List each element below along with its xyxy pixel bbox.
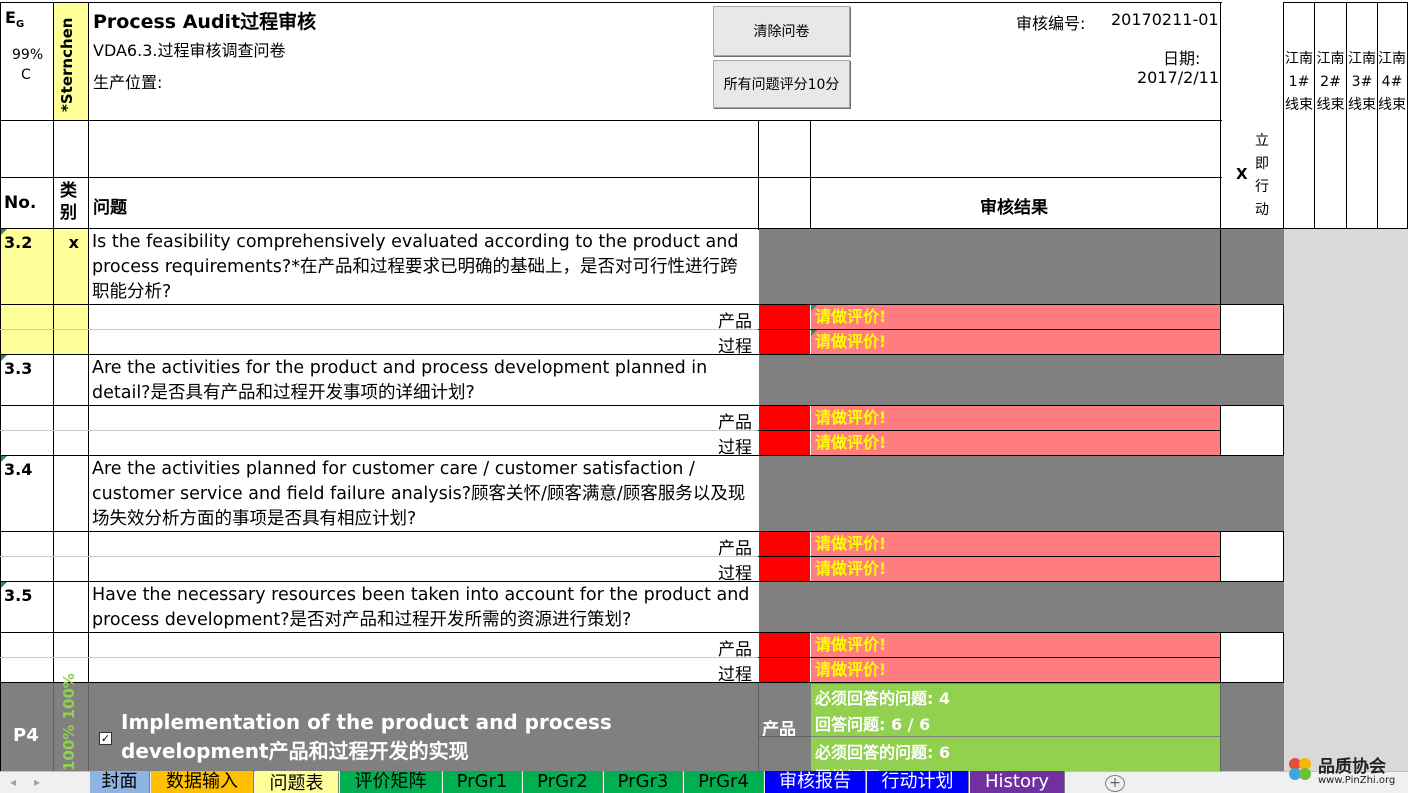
section-p4-required-2: 必须回答的问题: 6 [815, 743, 951, 762]
q35-process-score[interactable] [759, 658, 810, 682]
col-no-header: No. [4, 193, 37, 213]
line-2-header: 江南2#线束 [1316, 51, 1345, 113]
q34-product-eval: 请做评价! [815, 534, 887, 553]
q34-process-score[interactable] [759, 557, 810, 581]
q35-product-eval: 请做评价! [815, 635, 887, 654]
section-p4-title: Implementation of the product and proces… [121, 710, 612, 763]
q32-product-score[interactable] [759, 305, 810, 329]
audit-no-value: 20170211-01 [1111, 10, 1219, 29]
sternchen-label: *Sternchen [58, 17, 76, 113]
tab-questionnaire[interactable]: 问题表 [255, 771, 339, 793]
q34-product-score[interactable] [759, 532, 810, 556]
line-1-header: 江南1#线束 [1285, 51, 1313, 113]
section-p4-id: P4 [13, 725, 39, 746]
clear-questionnaire-button[interactable]: 清除问卷 [713, 6, 850, 56]
col-category-header: 类别 [60, 181, 77, 223]
tab-history[interactable]: History [970, 771, 1065, 793]
eg-percent: 99% [12, 47, 44, 63]
location-label: 生产位置: [93, 73, 163, 92]
tab-prgr2[interactable]: PrGr2 [523, 771, 603, 793]
eg-label: EG [5, 8, 25, 31]
q32-result-gray [759, 229, 1220, 304]
q34-number: 3.4 [4, 460, 33, 479]
q35-number: 3.5 [4, 586, 33, 605]
audit-no-label: 审核编号: [1016, 14, 1086, 33]
watermark-name: 品质协会 [1318, 757, 1386, 777]
section-p4-answered-1: 回答问题: 6 / 6 [815, 715, 931, 734]
date-value: 2017/2/11 [1137, 68, 1220, 87]
x-header: X [1236, 165, 1248, 183]
q32-action-gray [1221, 229, 1284, 304]
col-result-header: 审核结果 [980, 198, 1048, 218]
watermark-logo-icon [1286, 755, 1314, 783]
q33-number: 3.3 [4, 359, 33, 378]
eg-grade: C [21, 67, 31, 83]
immediate-action-header: 立即行动 [1255, 133, 1269, 218]
q35-text: Have the necessary resources been taken … [92, 585, 750, 630]
q32-process-score[interactable] [759, 330, 810, 354]
tab-evaluation-matrix[interactable]: 评价矩阵 [340, 771, 442, 793]
q33-product-score[interactable] [759, 406, 810, 430]
q32-number: 3.2 [4, 233, 33, 252]
tab-prgr3[interactable]: PrGr3 [604, 771, 683, 793]
q32-text: Is the feasibility comprehensively evalu… [92, 232, 739, 302]
tab-data-input[interactable]: 数据输入 [151, 771, 254, 793]
section-p4-percent: 100% 100% [60, 673, 78, 771]
tab-action-plan[interactable]: 行动计划 [867, 771, 969, 793]
section-p4-checkbox[interactable]: ✓ [99, 732, 112, 745]
tab-cover[interactable]: 封面 [90, 771, 150, 793]
q34-result-gray [759, 456, 1284, 531]
section-p4-answered-2: 回答问题: 6 / 6 [815, 764, 930, 771]
right-gray-area [1284, 229, 1408, 771]
q33-text: Are the activities for the product and p… [92, 358, 708, 403]
tab-prgr1[interactable]: PrGr1 [443, 771, 522, 793]
page-subtitle: VDA6.3.过程审核调查问卷 [93, 41, 286, 60]
q35-process-eval: 请做评价! [815, 660, 887, 679]
tab-audit-report[interactable]: 审核报告 [765, 771, 866, 793]
date-label: 日期: [1163, 49, 1201, 68]
tab-scroll-left-icon[interactable]: ◂ [10, 775, 16, 789]
section-p4-required-1: 必须回答的问题: 4 [815, 689, 951, 708]
page-title: Process Audit过程审核 [93, 11, 317, 33]
q33-result-gray [759, 355, 1284, 405]
q34-process-eval: 请做评价! [815, 559, 887, 578]
q32-product-eval: 请做评价! [815, 307, 887, 326]
score-all-10-button[interactable]: 所有问题评分10分 [713, 60, 850, 108]
q33-product-eval: 请做评价! [815, 408, 887, 427]
line-3-header: 江南3#线束 [1348, 51, 1376, 113]
q33-process-score[interactable] [759, 431, 810, 455]
q32-category: x [68, 233, 79, 252]
col-question-header: 问题 [93, 198, 127, 218]
q35-product-score[interactable] [759, 633, 810, 657]
line-4-header: 江南4#线束 [1378, 51, 1406, 113]
tab-scroll-right-icon[interactable]: ▸ [34, 775, 40, 789]
q32-process-eval: 请做评价! [815, 332, 887, 351]
q35-result-gray [759, 582, 1284, 632]
tab-prgr4[interactable]: PrGr4 [684, 771, 764, 793]
watermark-url: www.PinZhi.org [1318, 775, 1396, 786]
q33-process-eval: 请做评价! [815, 433, 887, 452]
q34-text: Are the activities planned for customer … [92, 459, 746, 529]
add-sheet-button[interactable]: + [1105, 775, 1125, 792]
